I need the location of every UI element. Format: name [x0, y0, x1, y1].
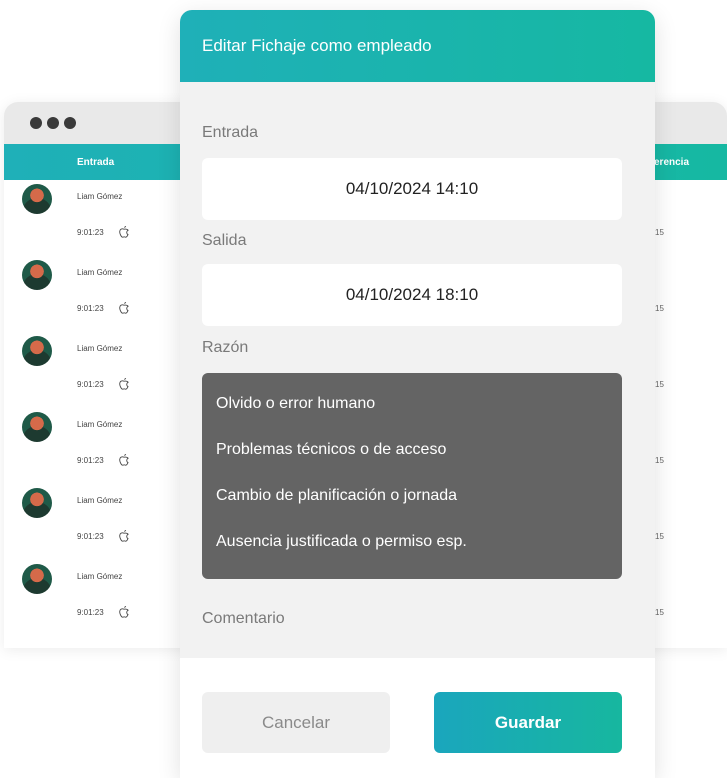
- avatar: [22, 488, 52, 518]
- razon-option[interactable]: Cambio de planificación o jornada: [202, 476, 622, 522]
- entry-time: 9:01:23: [77, 532, 104, 541]
- employee-name: Liam Gómez: [77, 420, 123, 429]
- razon-label: Razón: [202, 339, 249, 356]
- cancel-button[interactable]: Cancelar: [202, 692, 390, 753]
- entrada-datetime-field[interactable]: 04/10/2024 14:10: [202, 158, 622, 220]
- difference-value: 15: [655, 380, 664, 389]
- avatar: [22, 184, 52, 214]
- entrada-label: Entrada: [202, 124, 259, 141]
- employee-name: Liam Gómez: [77, 344, 123, 353]
- entry-time: 9:01:23: [77, 228, 104, 237]
- difference-value: 15: [655, 532, 664, 541]
- column-header-entrada: Entrada: [77, 157, 115, 168]
- avatar: [22, 336, 52, 366]
- difference-value: 15: [655, 304, 664, 313]
- employee-name: Liam Gómez: [77, 496, 123, 505]
- razon-option[interactable]: Olvido o error humano: [202, 384, 622, 430]
- edit-clocking-modal: Editar Fichaje como empleado Entrada 04/…: [180, 10, 655, 778]
- apple-icon: [119, 302, 129, 314]
- entry-time: 9:01:23: [77, 456, 104, 465]
- difference-value: 15: [655, 456, 664, 465]
- entry-time: 9:01:23: [77, 608, 104, 617]
- apple-icon: [119, 606, 129, 618]
- save-button[interactable]: Guardar: [434, 692, 622, 753]
- window-dot-icon[interactable]: [47, 117, 59, 129]
- avatar: [22, 260, 52, 290]
- salida-datetime-field[interactable]: 04/10/2024 18:10: [202, 264, 622, 326]
- apple-icon: [119, 378, 129, 390]
- salida-label: Salida: [202, 232, 247, 249]
- entry-time: 9:01:23: [77, 304, 104, 313]
- avatar: [22, 412, 52, 442]
- apple-icon: [119, 454, 129, 466]
- apple-icon: [119, 530, 129, 542]
- employee-name: Liam Gómez: [77, 572, 123, 581]
- modal-footer: Cancelar Guardar: [180, 658, 655, 778]
- modal-title: Editar Fichaje como empleado: [180, 10, 655, 82]
- difference-value: 15: [655, 608, 664, 617]
- razon-option[interactable]: Problemas técnicos o de acceso: [202, 430, 622, 476]
- employee-name: Liam Gómez: [77, 192, 123, 201]
- razon-dropdown-list[interactable]: Olvido o error humano Problemas técnicos…: [202, 373, 622, 579]
- window-dot-icon[interactable]: [64, 117, 76, 129]
- difference-value: 15: [655, 228, 664, 237]
- avatar: [22, 564, 52, 594]
- comentario-label: Comentario: [202, 610, 285, 627]
- apple-icon: [119, 226, 129, 238]
- razon-option[interactable]: Ausencia justificada o permiso esp.: [202, 522, 622, 568]
- employee-name: Liam Gómez: [77, 268, 123, 277]
- window-controls: [30, 117, 76, 129]
- entry-time: 9:01:23: [77, 380, 104, 389]
- window-dot-icon[interactable]: [30, 117, 42, 129]
- column-header-diferencia: erencia: [654, 157, 690, 168]
